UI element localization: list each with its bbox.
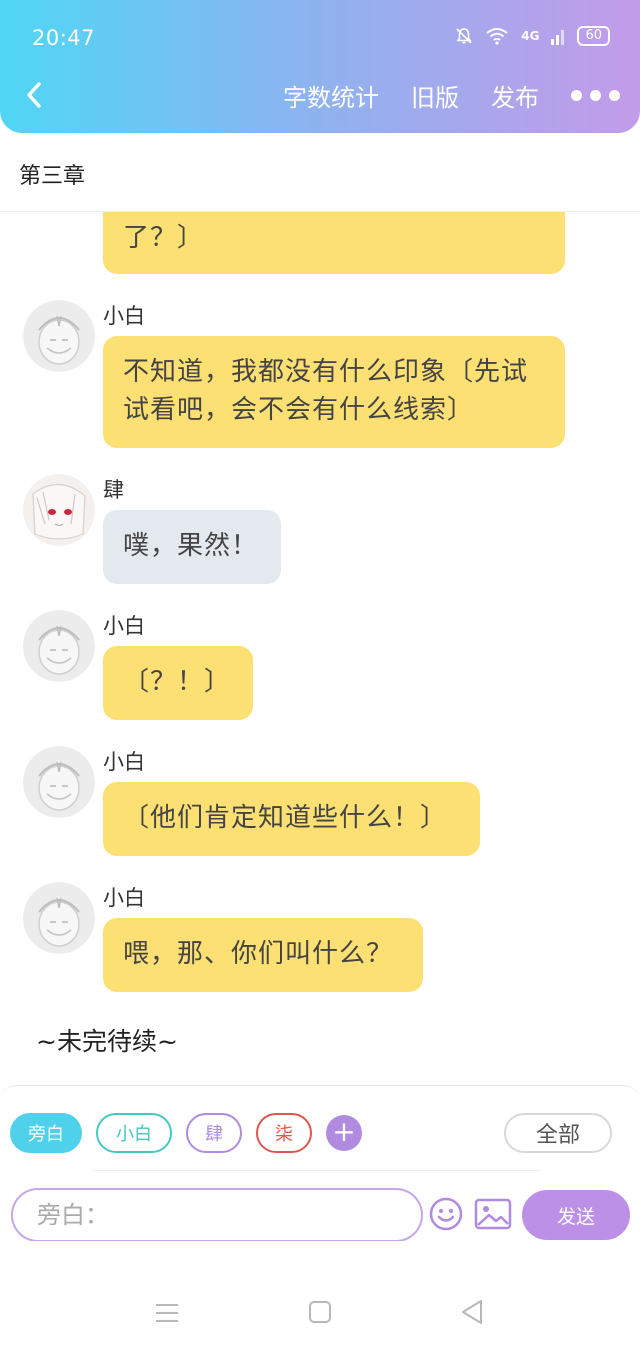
role-chip-si[interactable]: 肆: [186, 1113, 242, 1153]
home-icon[interactable]: [308, 1300, 332, 1324]
system-nav-bar: [0, 1241, 640, 1351]
avatar[interactable]: [23, 474, 95, 546]
old-version-button[interactable]: 旧版: [411, 78, 459, 113]
avatar-xiaobai-image: [23, 882, 95, 954]
avatar[interactable]: [23, 300, 95, 372]
sender-name: 肆: [103, 478, 124, 502]
role-chip-qi[interactable]: 柒: [256, 1113, 312, 1153]
avatar-xiaobai-image: [23, 300, 95, 372]
app-header: 20:47 4G 60 字数统计 旧版 发布: [0, 0, 640, 133]
message-bubble[interactable]: 不知道，我都没有什么印象〔先试试看吧，会不会有什么线索〕: [103, 336, 565, 448]
more-options-icon[interactable]: [571, 90, 620, 101]
message-bubble[interactable]: 〔？！〕: [103, 646, 253, 720]
message-bubble[interactable]: 噗，果然！: [103, 510, 281, 584]
image-icon[interactable]: [474, 1198, 512, 1230]
status-icons: 4G 60: [455, 26, 610, 46]
composer-panel: 旁白 小白 肆 柒 + 全部 发送: [0, 1085, 640, 1242]
avatar-si-image: [23, 474, 95, 546]
network-label: 4G: [521, 29, 540, 43]
avatar[interactable]: [23, 746, 95, 818]
avatar-xiaobai-image: [23, 746, 95, 818]
sender-name: 小白: [103, 304, 145, 328]
status-time: 20:47: [32, 26, 96, 50]
battery-indicator: 60: [577, 26, 610, 46]
message-text: 〔他们肯定知道些什么！〕: [123, 803, 448, 833]
toolbar-actions: 字数统计 旧版 发布: [283, 78, 620, 113]
wifi-icon: [486, 28, 508, 45]
message-bubble[interactable]: 〔他们肯定知道些什么！〕: [103, 782, 480, 856]
divider: [92, 1170, 542, 1171]
chat-list[interactable]: 了？〕 小白 不知道，我都没有什么印象〔先试试看吧，会不会有什么线索〕 肆 噗，…: [0, 212, 640, 1082]
publish-button[interactable]: 发布: [491, 78, 539, 113]
message-input[interactable]: [11, 1188, 423, 1242]
message-text: 喂，那、你们叫什么？: [123, 939, 394, 969]
message-bubble[interactable]: 喂，那、你们叫什么？: [103, 918, 423, 992]
message-bubble[interactable]: 了？〕: [103, 212, 565, 274]
message-text: 不知道，我都没有什么印象〔先试试看吧，会不会有什么线索〕: [123, 357, 529, 425]
word-count-button[interactable]: 字数统计: [283, 78, 379, 113]
sender-name: 小白: [103, 614, 145, 638]
avatar[interactable]: [23, 882, 95, 954]
sender-name: 小白: [103, 750, 145, 774]
message-text: 噗，果然！: [123, 531, 259, 561]
avatar[interactable]: [23, 610, 95, 682]
mute-bell-icon: [456, 28, 472, 44]
nav-back-icon[interactable]: [459, 1298, 485, 1326]
role-chip-xiaobai[interactable]: 小白: [96, 1113, 172, 1153]
emoji-icon[interactable]: [428, 1196, 464, 1232]
message-text: 〔？！〕: [123, 667, 232, 697]
avatar-xiaobai-image: [23, 610, 95, 682]
to-be-continued-label: ~未完待续~: [36, 1027, 178, 1056]
role-selector: 旁白 小白 肆 柒 +: [10, 1113, 362, 1153]
add-role-icon[interactable]: +: [326, 1115, 362, 1151]
back-icon[interactable]: [22, 80, 46, 110]
chapter-title: 第三章: [19, 164, 86, 189]
sender-name: 小白: [103, 886, 145, 910]
all-roles-button[interactable]: 全部: [504, 1113, 612, 1153]
menu-icon[interactable]: [154, 1302, 180, 1324]
role-chip-narrator[interactable]: 旁白: [10, 1113, 82, 1153]
message-text: 了？〕: [123, 223, 205, 253]
send-button[interactable]: 发送: [522, 1190, 630, 1240]
signal-icon: [551, 30, 565, 45]
